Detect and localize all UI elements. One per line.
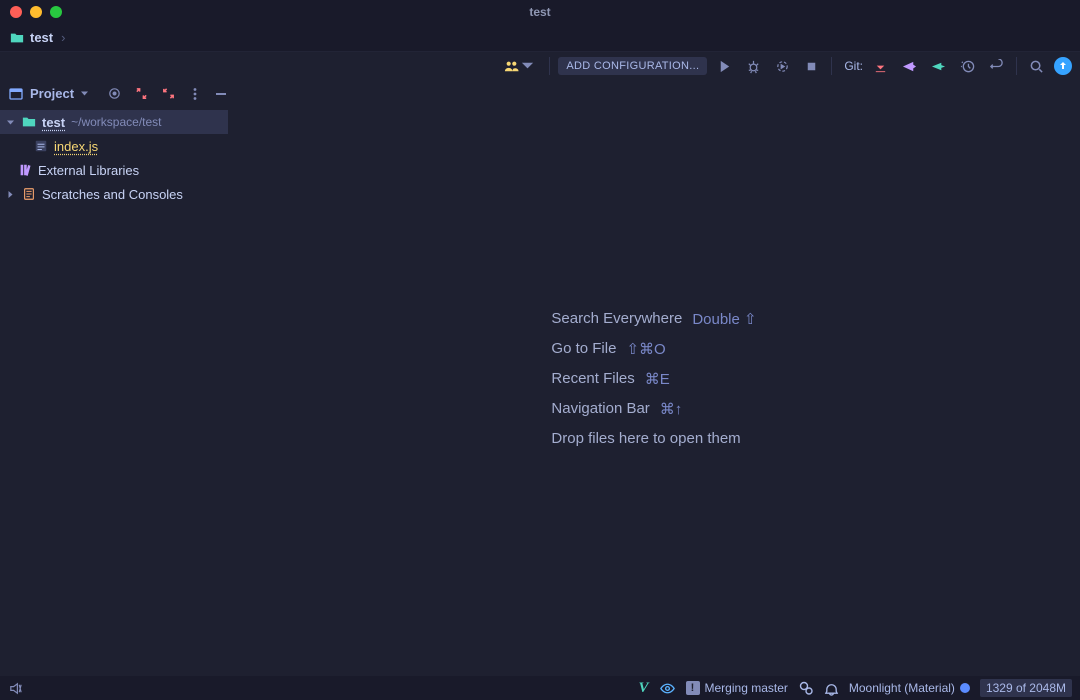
chevron-down-icon: [4, 118, 16, 127]
code-with-me-button[interactable]: [500, 57, 541, 76]
window-titlebar: test: [0, 0, 1080, 24]
traffic-lights: [10, 6, 62, 18]
stop-button[interactable]: [800, 57, 823, 76]
folder-icon: [10, 31, 24, 45]
hint-drop-files: Drop files here to open them: [551, 430, 740, 447]
git-label: Git:: [844, 59, 863, 73]
project-view-header: Project: [0, 80, 228, 108]
toolbar-separator: [831, 57, 832, 75]
status-bar: V ! Merging master Moonlight (Material) …: [0, 676, 1080, 700]
project-view-selector[interactable]: Project: [8, 86, 89, 102]
chevron-right-icon: [4, 190, 16, 199]
tree-scratches-node[interactable]: Scratches and Consoles: [0, 182, 228, 206]
git-push-button[interactable]: [927, 57, 950, 76]
tree-root-node[interactable]: test ~/workspace/test: [0, 110, 228, 134]
select-opened-file-button[interactable]: [105, 84, 124, 103]
minimize-window-button[interactable]: [30, 6, 42, 18]
git-rollback-button[interactable]: [985, 57, 1008, 76]
hint-navigation-bar: Navigation Bar ⌘↑: [551, 400, 682, 418]
tree-file-node[interactable]: index.js: [0, 134, 228, 158]
notifications-widget[interactable]: [824, 681, 839, 696]
collapse-all-button[interactable]: [159, 84, 178, 103]
scratches-icon: [22, 187, 36, 201]
hint-search-everywhere: Search Everywhere Double ⇧: [551, 310, 756, 328]
scratches-label: Scratches and Consoles: [42, 187, 183, 202]
tree-root-name: test: [42, 115, 65, 130]
warning-icon: !: [686, 681, 700, 695]
navigation-bar: test ›: [0, 24, 1080, 52]
search-everywhere-button[interactable]: [1025, 57, 1048, 76]
vim-icon: V: [639, 680, 649, 697]
add-configuration-button[interactable]: ADD CONFIGURATION...: [558, 57, 707, 75]
project-tree: test ~/workspace/test index.js External …: [0, 108, 228, 208]
theme-label: Moonlight (Material): [849, 681, 955, 695]
editor-empty-state[interactable]: Search Everywhere Double ⇧ Go to File ⇧⌘…: [228, 80, 1080, 676]
theme-color-icon: [960, 683, 970, 693]
vim-status[interactable]: V: [639, 680, 649, 697]
chevron-right-icon: ›: [61, 30, 65, 45]
ide-update-button[interactable]: [1054, 57, 1072, 75]
inspections-widget[interactable]: [659, 680, 676, 697]
window-title: test: [529, 5, 550, 19]
tree-external-libraries-node[interactable]: External Libraries: [0, 158, 228, 182]
hint-go-to-file: Go to File ⇧⌘O: [551, 340, 665, 358]
close-window-button[interactable]: [10, 6, 22, 18]
expand-all-button[interactable]: [132, 84, 151, 103]
chevron-down-icon: [80, 89, 89, 98]
js-file-icon: [34, 139, 48, 153]
git-branch-widget[interactable]: ! Merging master: [686, 681, 788, 695]
memory-indicator[interactable]: 1329 of 2048M: [980, 679, 1072, 697]
git-branch-label: Merging master: [705, 681, 788, 695]
breadcrumb[interactable]: test ›: [10, 30, 65, 45]
background-tasks-widget[interactable]: [798, 680, 814, 696]
git-history-button[interactable]: [956, 57, 979, 76]
theme-widget[interactable]: Moonlight (Material): [849, 681, 970, 695]
tree-root-path: ~/workspace/test: [71, 115, 161, 129]
tree-file-name: index.js: [54, 139, 98, 154]
library-icon: [18, 163, 32, 177]
toolbar-separator: [549, 57, 550, 75]
run-button[interactable]: [713, 57, 736, 76]
folder-icon: [22, 115, 36, 129]
debug-button[interactable]: [742, 57, 765, 76]
toolbar-separator: [1016, 57, 1017, 75]
git-commit-button[interactable]: [898, 57, 921, 76]
run-with-coverage-button[interactable]: [771, 57, 794, 76]
external-libraries-label: External Libraries: [38, 163, 139, 178]
zoom-window-button[interactable]: [50, 6, 62, 18]
editor-hints: Search Everywhere Double ⇧ Go to File ⇧⌘…: [551, 310, 756, 447]
presentation-assistant-button[interactable]: [8, 681, 23, 696]
project-view-label: Project: [30, 86, 74, 101]
hint-recent-files: Recent Files ⌘E: [551, 370, 669, 388]
breadcrumb-project: test: [30, 30, 53, 45]
project-tool-window: Project: [0, 80, 228, 676]
git-update-button[interactable]: [869, 57, 892, 76]
tool-window-options-button[interactable]: [186, 85, 204, 103]
main-toolbar: ADD CONFIGURATION... Git:: [0, 52, 1080, 80]
